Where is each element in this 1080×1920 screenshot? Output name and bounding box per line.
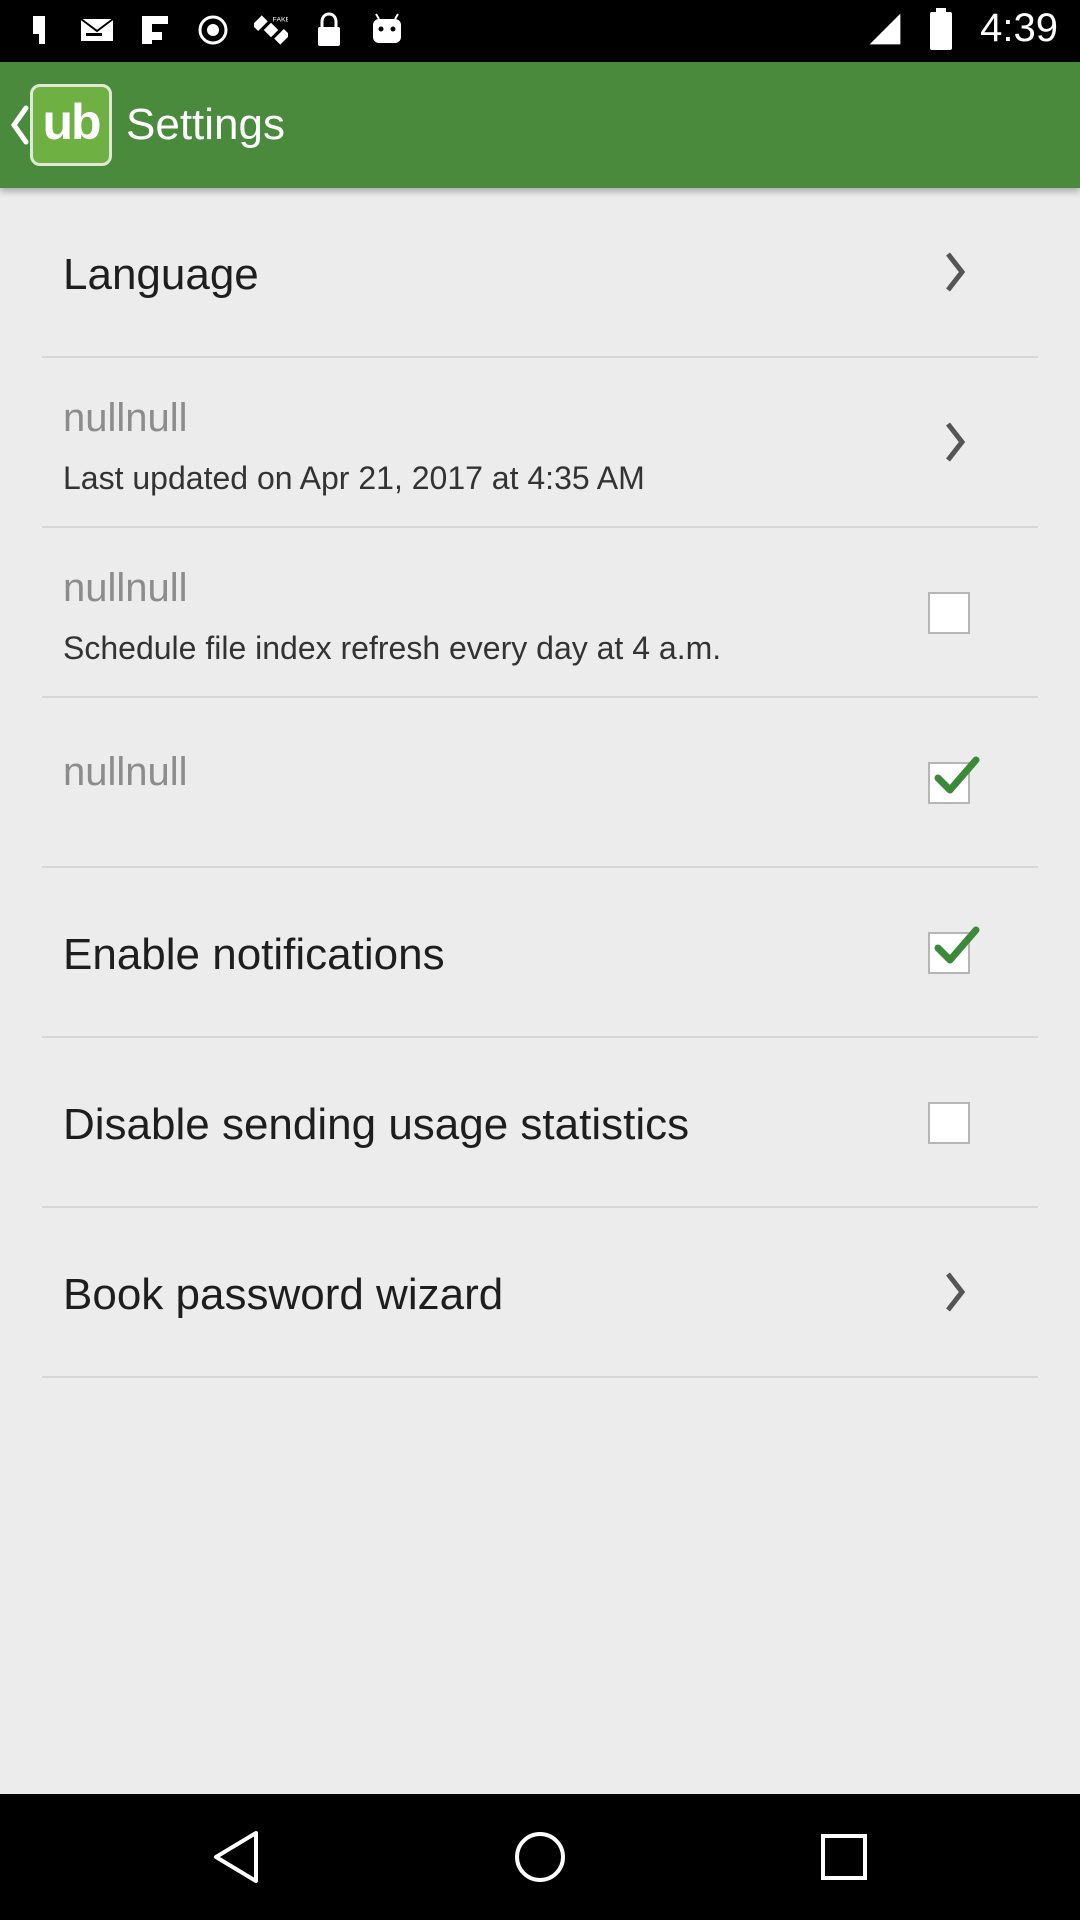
system-icons: 4:39 [868, 6, 1058, 51]
signal-icon [868, 9, 902, 49]
nullnull-option-checkbox[interactable] [928, 756, 980, 804]
back-icon [214, 1831, 258, 1883]
setting-title: Disable sending usage statistics [63, 1100, 690, 1149]
setting-disable-statistics[interactable]: Disable sending usage statistics [42, 1038, 1038, 1208]
setting-book-password[interactable]: Book password wizard [42, 1208, 1038, 1378]
navigation-bar [0, 1794, 1080, 1920]
notification-icons: FAKE [22, 10, 404, 50]
setting-title: Book password wizard [63, 1270, 504, 1319]
setting-subtitle: Last updated on Apr 21, 2017 at 4:35 AM [63, 460, 645, 496]
android-icon [370, 10, 404, 50]
satellite-icon: FAKE [254, 10, 288, 50]
schedule-refresh-checkbox[interactable] [928, 592, 970, 634]
chevron-right-icon [946, 252, 966, 292]
setting-title: Language [63, 250, 259, 299]
app-logo-text: ub [42, 94, 101, 150]
page-title: Settings [126, 100, 285, 149]
setting-last-updated[interactable]: nullnull Last updated on Apr 21, 2017 at… [42, 358, 1038, 528]
setting-enable-notifications[interactable]: Enable notifications [42, 868, 1038, 1038]
back-chevron-icon [10, 105, 29, 145]
chevron-right-icon [946, 422, 966, 462]
recents-icon [821, 1834, 867, 1880]
setting-schedule-refresh[interactable]: nullnull Schedule file index refresh eve… [42, 528, 1038, 698]
svg-text:FAKE: FAKE [273, 17, 288, 24]
status-time: 4:39 [980, 6, 1058, 50]
home-icon [515, 1832, 565, 1882]
enable-notifications-checkbox[interactable] [928, 926, 980, 974]
chevron-right-icon [946, 1272, 966, 1312]
setting-nullnull-option[interactable]: nullnull [42, 698, 1038, 868]
setting-title: nullnull [63, 750, 188, 794]
nav-home-button[interactable] [510, 1827, 570, 1887]
sync-icon [196, 10, 230, 50]
status-bar: FAKE 4:39 [0, 0, 1080, 62]
nav-back-button[interactable] [206, 1827, 266, 1887]
setting-language[interactable]: Language [42, 188, 1038, 358]
app-logo: ub [30, 84, 112, 166]
mail-icon [80, 10, 114, 50]
checkmark-icon [934, 756, 980, 794]
setting-title: nullnull [63, 566, 188, 610]
setting-subtitle: Schedule file index refresh every day at… [63, 630, 722, 666]
battery-icon [924, 7, 958, 50]
disable-statistics-checkbox[interactable] [928, 1102, 970, 1144]
settings-list: Language nullnull Last updated on Apr 21… [42, 188, 1038, 1378]
app-bar: ub Settings [0, 62, 1080, 188]
checkmark-icon [934, 926, 980, 964]
setting-title: Enable notifications [63, 930, 445, 979]
flipboard-icon [138, 10, 172, 50]
whatsapp-icon [22, 10, 56, 50]
setting-title: nullnull [63, 396, 188, 440]
lock-icon [312, 10, 346, 50]
nav-recents-button[interactable] [814, 1827, 874, 1887]
